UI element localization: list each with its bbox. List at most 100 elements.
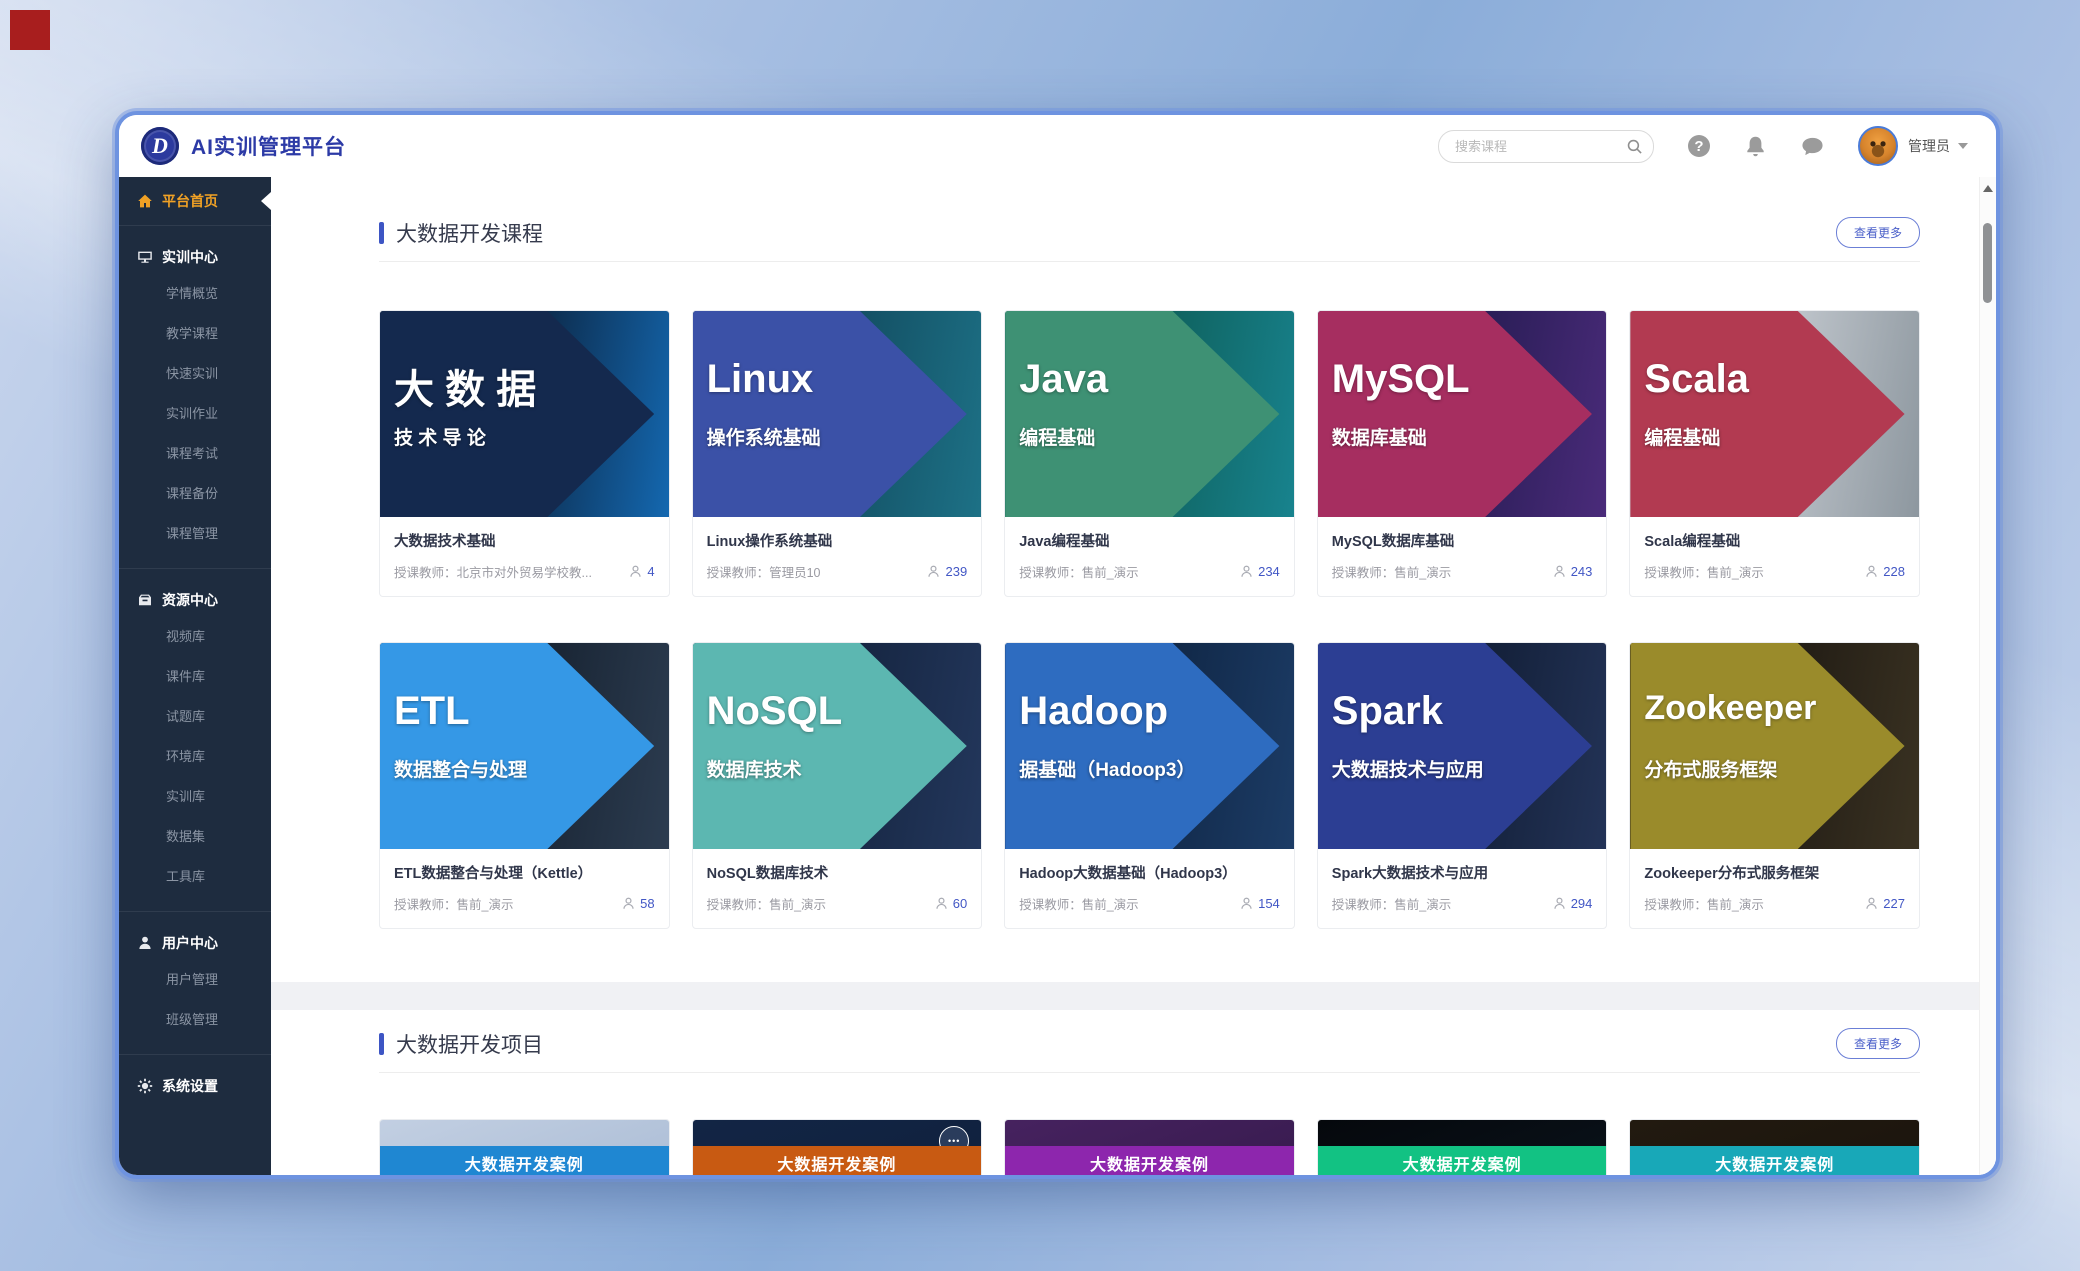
course-teacher: 授课教师：售前_演示 [1332,562,1546,581]
course-card[interactable]: Zookeeper 分布式服务框架 Zookeeper分布式服务框架 授课教师：… [1629,642,1920,929]
sidebar-group-training[interactable]: 实训中心 [119,240,271,274]
cover-subtitle: 分布式服务框架 [1644,755,1777,782]
section-accent-bar [379,1033,384,1055]
cover-title: Hadoop [1019,689,1168,734]
resource-box-icon [137,592,153,608]
cover-title: Spark [1332,689,1443,734]
course-teacher: 授课教师：售前_演示 [707,894,928,913]
course-card[interactable]: Linux 操作系统基础 Linux操作系统基础 授课教师：管理员10 239 [692,310,983,597]
course-card[interactable]: Java 编程基础 Java编程基础 授课教师：售前_演示 234 [1004,310,1295,597]
view-more-button[interactable]: 查看更多 [1836,217,1920,248]
cover-title: ETL [394,689,470,734]
sidebar-item[interactable]: 工具库 [119,857,271,897]
help-icon[interactable] [1688,135,1710,157]
view-more-button[interactable]: 查看更多 [1836,1028,1920,1059]
active-item-notch [261,192,271,210]
course-title: Spark大数据技术与应用 [1332,862,1593,883]
section-divider [379,1072,1920,1073]
scrollbar-up-arrow-icon[interactable] [1983,185,1993,192]
course-title: ETL数据整合与处理（Kettle） [394,862,655,883]
cover-subtitle: 数据整合与处理 [394,755,527,782]
user-name[interactable]: 管理员 [1908,136,1950,156]
sidebar-item[interactable]: 环境库 [119,737,271,777]
project-banner: 大数据开发案例 [1318,1146,1607,1175]
project-card[interactable]: 大数据开发案例 [1004,1119,1295,1175]
sidebar-item[interactable]: 用户管理 [119,960,271,1000]
cover-subtitle: 编程基础 [1644,423,1720,450]
student-count: 4 [647,564,654,579]
cover-arrow-shape [1630,311,1919,517]
sidebar-item-home[interactable]: 平台首页 [119,177,271,226]
project-card[interactable]: 大数据开发案例 [1317,1119,1608,1175]
project-card[interactable]: 大数据开发案例 [1629,1119,1920,1175]
project-banner-label: 大数据开发案例 [777,1151,896,1175]
course-teacher: 授课教师：售前_演示 [394,894,615,913]
course-card[interactable]: ETL 数据整合与处理 ETL数据整合与处理（Kettle） 授课教师：售前_演… [379,642,670,929]
sidebar-item[interactable]: 数据集 [119,817,271,857]
sidebar-item[interactable]: 视频库 [119,617,271,657]
project-card[interactable]: ••• 大数据开发案例 [692,1119,983,1175]
person-icon [1864,564,1879,579]
scrollbar-thumb[interactable] [1983,223,1992,303]
course-teacher: 授课教师：管理员10 [707,562,921,581]
user-icon [137,935,153,951]
course-search-box[interactable] [1438,130,1654,163]
sidebar-item[interactable]: 快速实训 [119,354,271,394]
search-icon[interactable] [1626,138,1643,155]
sidebar-group-users[interactable]: 用户中心 [119,926,271,960]
sidebar-item[interactable]: 实训库 [119,777,271,817]
person-icon [1239,564,1254,579]
course-cover: Java 编程基础 [1005,311,1294,517]
cover-subtitle: 编程基础 [1019,423,1095,450]
course-cover: ETL 数据整合与处理 [380,643,669,849]
sidebar-item[interactable]: 课程考试 [119,434,271,474]
course-card[interactable]: Hadoop 据基础（Hadoop3） Hadoop大数据基础（Hadoop3）… [1004,642,1295,929]
chevron-down-icon[interactable] [1958,143,1968,149]
sidebar-group-resources[interactable]: 资源中心 [119,583,271,617]
course-cover: Scala 编程基础 [1630,311,1919,517]
cover-title: MySQL [1332,357,1470,402]
cover-arrow-shape [1630,643,1919,849]
cover-arrow-shape [1318,643,1607,849]
bell-icon[interactable] [1744,135,1767,158]
course-card[interactable]: Scala 编程基础 Scala编程基础 授课教师：售前_演示 228 [1629,310,1920,597]
student-count: 228 [1883,564,1905,579]
student-count: 60 [953,896,967,911]
avatar[interactable] [1858,126,1898,166]
sidebar-item[interactable]: 教学课程 [119,314,271,354]
project-card[interactable]: 大数据开发案例 [379,1119,670,1175]
sidebar-item[interactable]: 试题库 [119,697,271,737]
message-icon[interactable] [1801,135,1824,158]
scrollbar[interactable] [1979,177,1996,1175]
course-title: Java编程基础 [1019,530,1280,551]
course-cover: Hadoop 据基础（Hadoop3） [1005,643,1294,849]
student-count: 239 [945,564,967,579]
project-banner: 大数据开发案例 [693,1146,982,1175]
sidebar-item[interactable]: 学情概览 [119,274,271,314]
course-card[interactable]: Spark 大数据技术与应用 Spark大数据技术与应用 授课教师：售前_演示 … [1317,642,1608,929]
app-title: AI实训管理平台 [191,131,346,161]
app-logo: D [141,127,179,165]
course-teacher: 授课教师：北京市对外贸易学校教... [394,562,622,581]
project-cover: 大数据开发案例 [1318,1120,1607,1175]
sidebar-item[interactable]: 课程备份 [119,474,271,514]
sidebar-item[interactable]: 课件库 [119,657,271,697]
sidebar-item[interactable]: 实训作业 [119,394,271,434]
course-cover: 大 数 据 技 术 导 论 [380,311,669,517]
cover-subtitle: 大数据技术与应用 [1332,755,1484,782]
course-card[interactable]: 大 数 据 技 术 导 论 大数据技术基础 授课教师：北京市对外贸易学校教...… [379,310,670,597]
course-card[interactable]: MySQL 数据库基础 MySQL数据库基础 授课教师：售前_演示 243 [1317,310,1608,597]
cover-subtitle: 数据库基础 [1332,423,1427,450]
student-count: 234 [1258,564,1280,579]
sidebar-item[interactable]: 课程管理 [119,514,271,554]
course-cover: Spark 大数据技术与应用 [1318,643,1607,849]
course-card[interactable]: NoSQL 数据库技术 NoSQL数据库技术 授课教师：售前_演示 60 [692,642,983,929]
sidebar-item[interactable]: 班级管理 [119,1000,271,1040]
project-cover: 大数据开发案例 [1005,1120,1294,1175]
sidebar-group-settings[interactable]: 系统设置 [119,1069,271,1103]
search-input[interactable] [1453,138,1626,155]
home-icon [137,193,153,209]
sidebar: 平台首页 实训中心 学情概览 教学课程 快速实训 实训作业 课程考试 课程备份 … [119,177,271,1175]
project-banner-label: 大数据开发案例 [1403,1151,1522,1175]
student-count: 58 [640,896,654,911]
